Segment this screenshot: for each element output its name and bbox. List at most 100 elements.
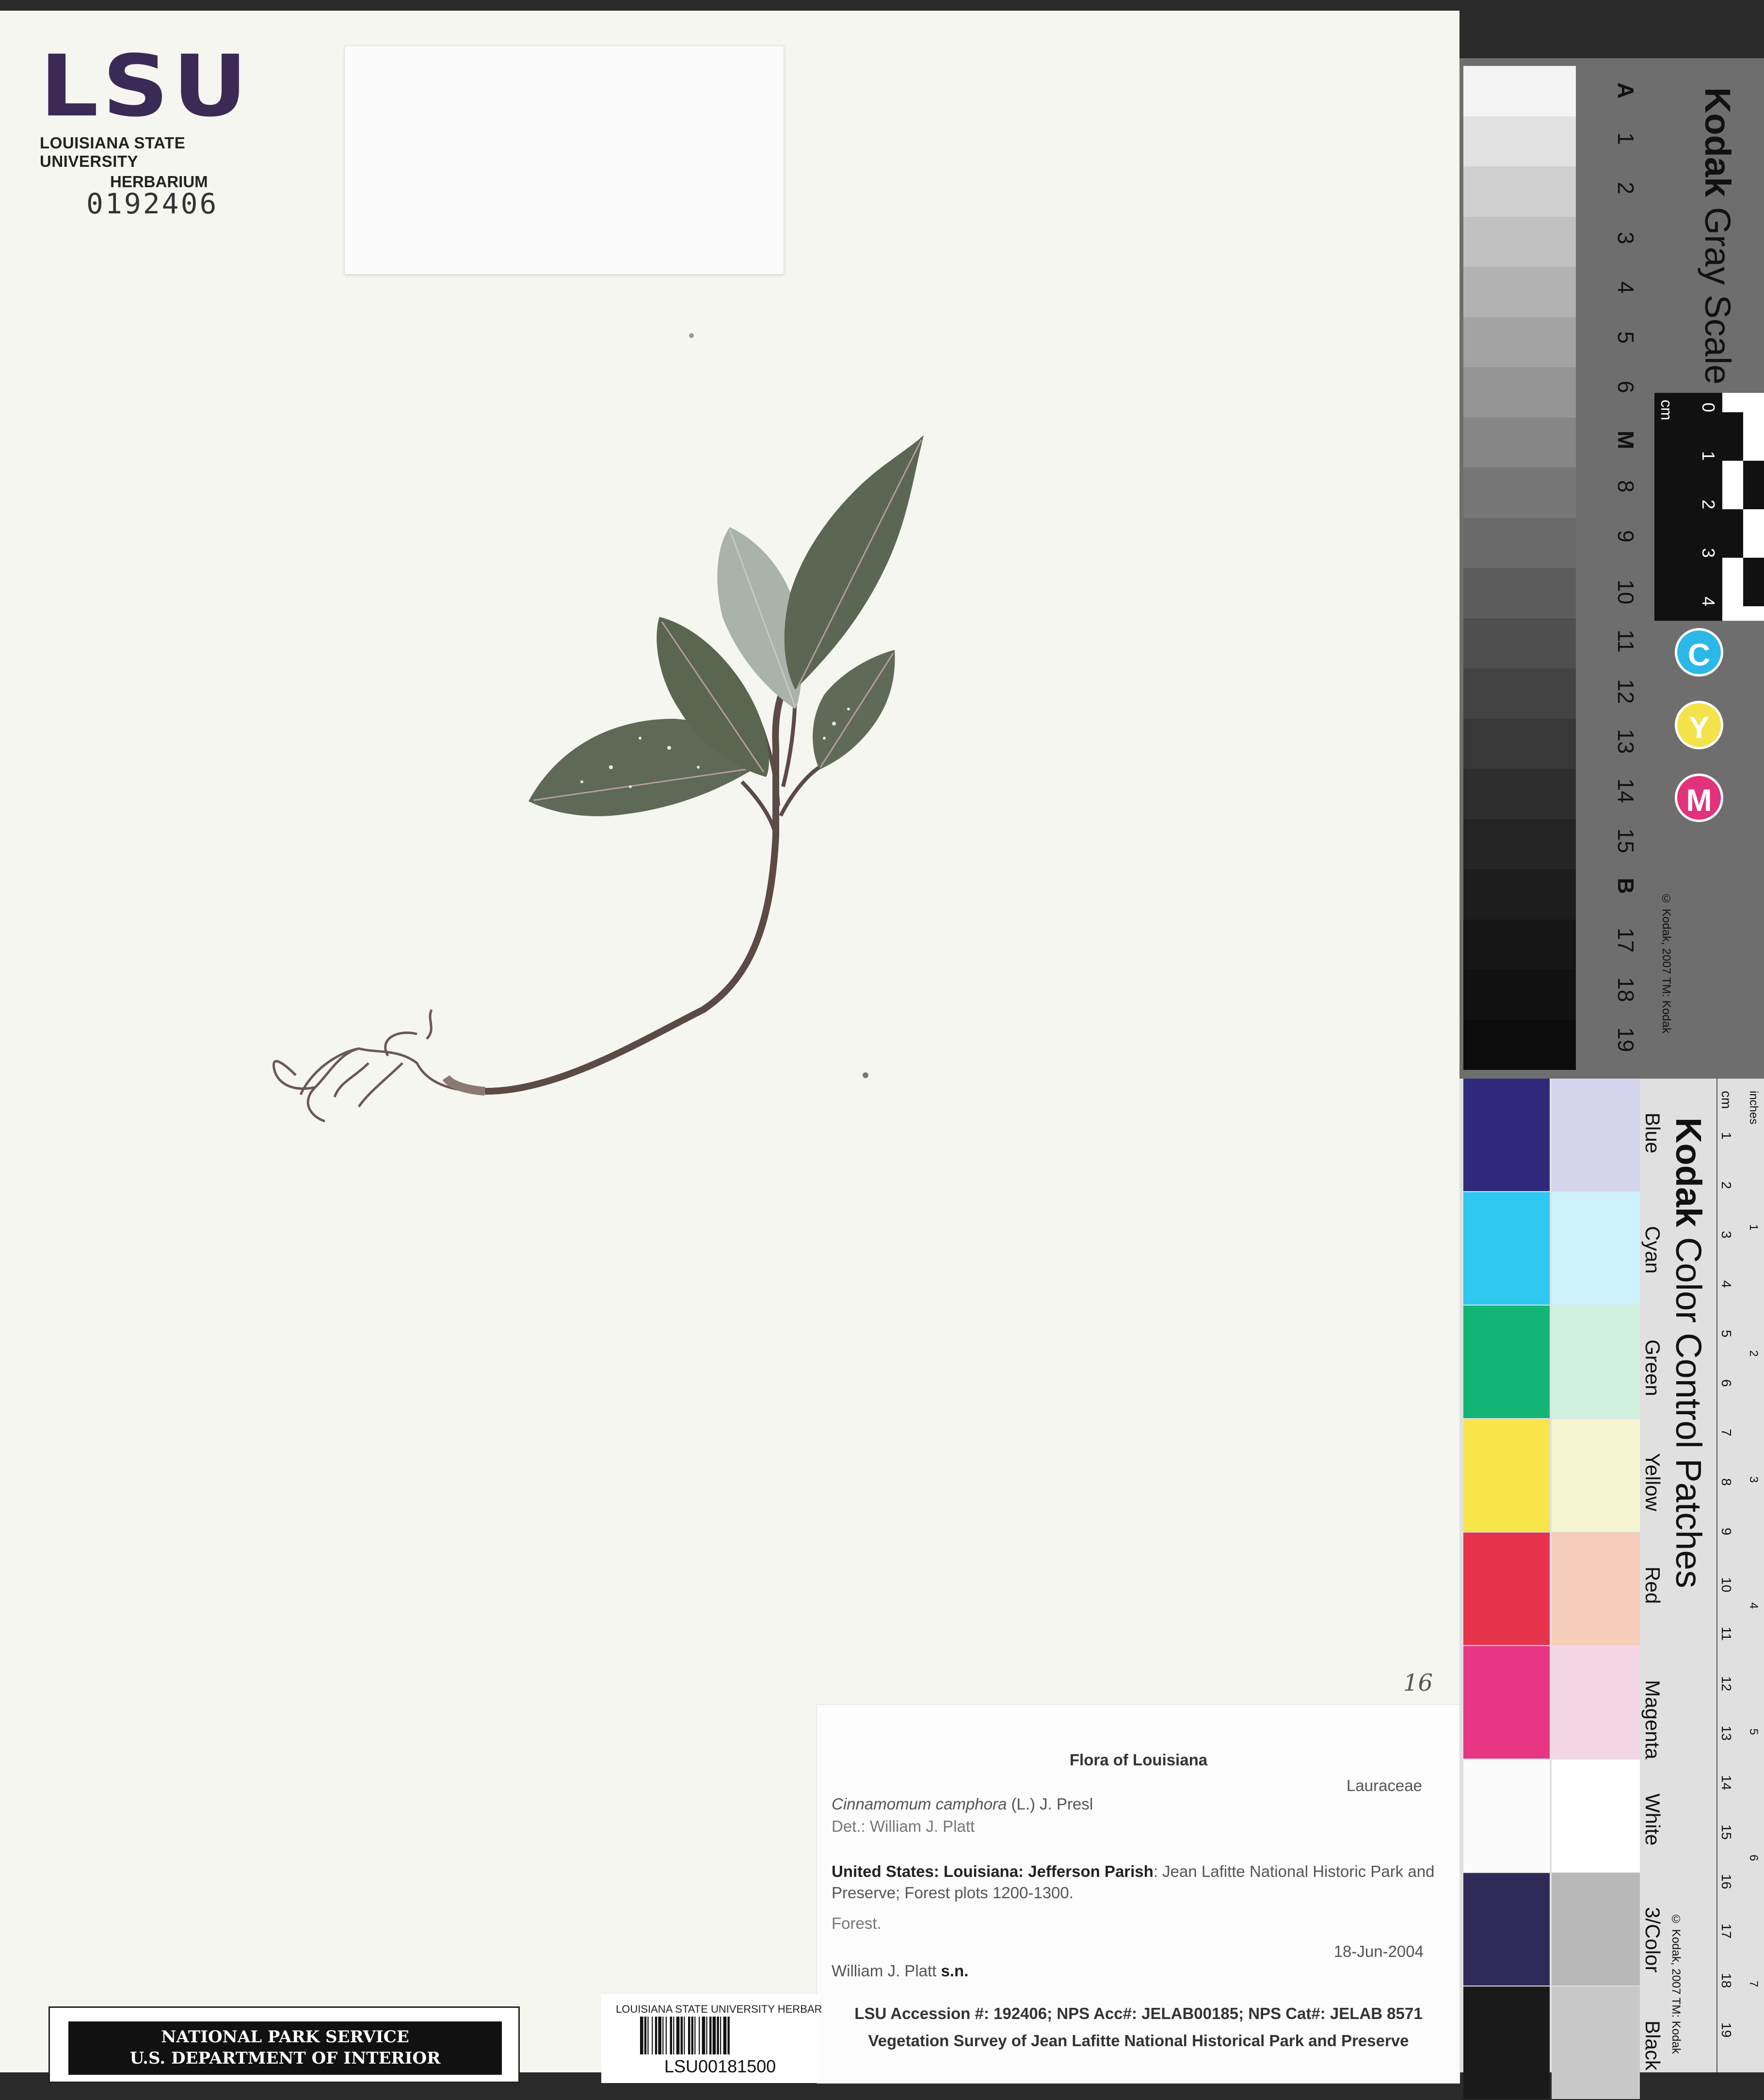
gray-step-label: 18 — [1613, 977, 1638, 1002]
barcode-bar — [673, 2017, 674, 2054]
barcode-bar — [702, 2017, 706, 2054]
gray-step-4 — [1463, 267, 1576, 317]
label-collector: William J. Platt s.n. — [832, 1962, 968, 1980]
barcode-bar — [712, 2017, 716, 2054]
gray-step-10 — [1463, 568, 1576, 618]
cm-tick-label: 1 — [1719, 1132, 1734, 1140]
barcode-bars — [640, 2017, 730, 2054]
cm-tick-label: 10 — [1719, 1577, 1734, 1593]
patch-red — [1463, 1533, 1550, 1645]
gray-scale-step-labels: A 1 2 3 4 5 6 M 8 9 10 11 12 13 14 15 B 17 18 19 — [1590, 82, 1639, 1077]
patch-magenta-light — [1552, 1646, 1640, 1759]
color-patches-pastel — [1552, 1079, 1640, 2100]
color-control-title: Kodak Color Control Patches — [1668, 1117, 1709, 1588]
gray-step-label: 19 — [1613, 1027, 1638, 1052]
taxon-name: Cinnamomum camphora — [832, 1795, 1007, 1813]
cm-tick-label: 9 — [1719, 1528, 1734, 1535]
gray-step-17 — [1463, 919, 1576, 969]
gray-scale-title: Kodak Gray Scale — [1697, 87, 1738, 385]
gray-step-label: 6 — [1613, 381, 1638, 393]
cm-tick-label: 13 — [1719, 1726, 1734, 1741]
patch-green — [1463, 1306, 1550, 1418]
label-accession-line: LSU Accession #: 192406; NPS Acc#: JELAB… — [854, 2004, 1423, 2022]
patch-name: Cyan — [1641, 1226, 1664, 1274]
barcode-bar — [647, 2017, 649, 2054]
inch-tick-label: 1 — [1747, 1224, 1760, 1231]
ruler-unit-cm: cm — [1719, 1091, 1734, 1109]
leaf-right-lower — [813, 650, 895, 770]
cyan-dot: C — [1675, 628, 1723, 677]
pencil-annotation: 16 — [1403, 1669, 1433, 1696]
barcode-bar — [720, 2017, 722, 2054]
kodak-color-control-card: Blue Cyan Green Yellow Red Magenta White 3/Colo… — [1459, 1079, 1764, 2099]
gray-step-label: B — [1613, 878, 1638, 894]
inch-tick-label: 2 — [1747, 1350, 1760, 1357]
gray-step-label: 15 — [1613, 828, 1638, 853]
gray-step-label: 11 — [1613, 629, 1638, 653]
barcode-bar — [662, 2017, 664, 2054]
patch-name: Green — [1641, 1340, 1664, 1396]
patch-yellow — [1463, 1419, 1550, 1532]
gray-step-5 — [1463, 317, 1576, 367]
patch-name: Yellow — [1641, 1453, 1664, 1511]
cm-tick-label: 6 — [1719, 1379, 1734, 1387]
gray-step-19 — [1463, 1019, 1576, 1070]
herbarium-sheet: LSU LOUISIANA STATE UNIVERSITY HERBARIUM… — [0, 11, 1460, 2084]
label-habitat: Forest. — [832, 1914, 882, 1932]
barcode-bar — [699, 2017, 700, 2054]
barcode-bar — [727, 2017, 730, 2054]
leaf-right-upper — [784, 435, 924, 690]
gray-scale-copyright: © Kodak, 2007 TM: Kodak — [1660, 892, 1673, 1034]
cm-tick-label: 14 — [1719, 1775, 1734, 1791]
ruler-unit: cm — [1658, 400, 1675, 420]
gray-step-9 — [1463, 517, 1576, 568]
gray-scale-title-text: Gray Scale — [1698, 207, 1738, 385]
patch-blue — [1463, 1079, 1550, 1191]
gray-step-label: 9 — [1613, 530, 1638, 543]
ruler-number: 3 — [1699, 548, 1718, 558]
cm-tick-label: 4 — [1719, 1280, 1734, 1288]
patch-gray-light — [1552, 1987, 1640, 2099]
label-locality: United States: Louisiana: Jefferson Pari… — [832, 1861, 1443, 1904]
gray-step-0 — [1463, 66, 1576, 116]
patch-gray — [1552, 1873, 1640, 1986]
ruler-number: 4 — [1699, 597, 1718, 607]
roots — [273, 1009, 485, 1123]
barcode-bar — [706, 2017, 707, 2054]
patch-name: Red — [1641, 1567, 1664, 1604]
cm-tick-label: 7 — [1719, 1429, 1734, 1437]
kodak-gray-scale-card: A 1 2 3 4 5 6 M 8 9 10 11 12 13 14 15 B 17 18 19 Kodak Gray… — [1459, 58, 1764, 1081]
label-project: Vegetation Survey of Jean Lafitte Nation… — [868, 2032, 1409, 2050]
gray-step-label: A — [1613, 82, 1638, 99]
barcode-bar — [644, 2017, 647, 2054]
gray-step-13 — [1463, 718, 1576, 769]
ruler-number: 0 — [1699, 403, 1718, 413]
cm-tick-label: 3 — [1719, 1231, 1734, 1239]
specimen-label: Flora of Louisiana Lauraceae Cinnamomum … — [817, 1704, 1460, 2084]
label-family: Lauraceae — [1347, 1777, 1422, 1794]
label-determiner: Det.: William J. Platt — [832, 1817, 975, 1835]
cm-ruler-block: cm 0 1 2 3 4 — [1654, 393, 1764, 621]
color-control-title-text: Color Control Patches — [1668, 1237, 1709, 1588]
barcode-bar — [640, 2017, 643, 2054]
gray-scale-strip — [1463, 66, 1576, 1070]
cm-tick-label: 11 — [1719, 1627, 1734, 1641]
gray-step-8 — [1463, 468, 1576, 518]
inch-tick-label: 5 — [1747, 1728, 1760, 1735]
patch-blue-light — [1552, 1079, 1640, 1191]
patch-green-light — [1552, 1306, 1640, 1418]
gray-step-6 — [1463, 367, 1576, 418]
gray-step-label: 13 — [1613, 728, 1638, 754]
nps-line2: U.S. DEPARTMENT OF INTERIOR — [129, 2049, 441, 2068]
gray-step-14 — [1463, 769, 1576, 819]
patch-3color — [1463, 1873, 1550, 1986]
nps-stamp: NATIONAL PARK SERVICE U.S. DEPARTMENT OF… — [48, 2006, 520, 2083]
patch-name: Magenta — [1641, 1680, 1664, 1760]
barcode-bar — [717, 2017, 719, 2054]
gray-step-7 — [1463, 417, 1576, 468]
barcode-bar — [691, 2017, 693, 2054]
ruler-number: 2 — [1699, 500, 1718, 510]
color-patches-saturated — [1463, 1079, 1550, 2100]
inch-tick-label: 7 — [1747, 1981, 1760, 1987]
cm-tick-label: 8 — [1719, 1478, 1734, 1486]
